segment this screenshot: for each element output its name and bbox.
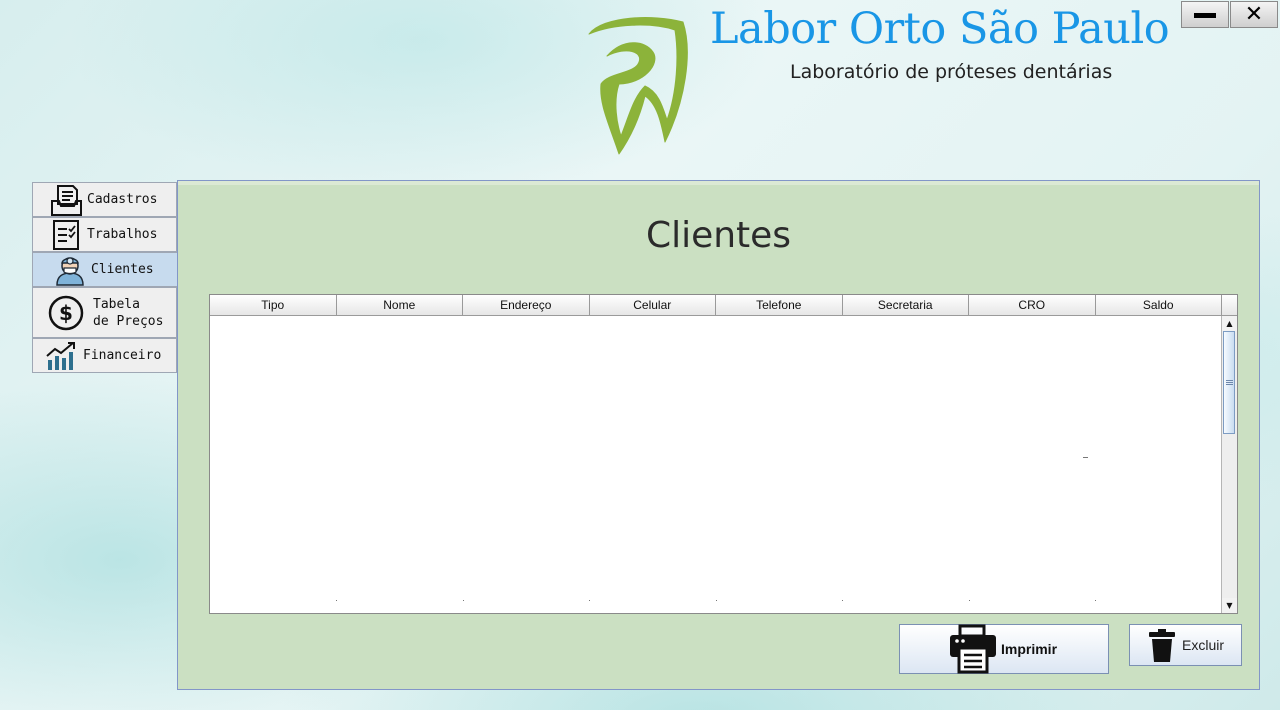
delete-button-label: Excluir bbox=[1182, 637, 1225, 653]
column-divider-tick bbox=[716, 600, 717, 601]
trash-icon bbox=[1148, 627, 1176, 663]
grip-icon bbox=[1225, 380, 1233, 385]
table-header: Tipo Nome Endereço Celular Telefone Secr… bbox=[210, 295, 1222, 316]
scroll-up-arrow-icon[interactable]: ▲ bbox=[1222, 316, 1237, 331]
main-panel: Clientes Tipo Nome Endereço Celular Tele… bbox=[177, 180, 1260, 690]
sidebar-item-clientes[interactable]: Clientes bbox=[32, 252, 179, 287]
tooth-logo-icon bbox=[588, 17, 688, 155]
sidebar-item-label: Clientes bbox=[91, 262, 154, 277]
sidebar-item-label: Cadastros bbox=[87, 192, 158, 207]
print-button-label: Imprimir bbox=[1001, 641, 1058, 657]
sidebar-item-financeiro[interactable]: Financeiro bbox=[32, 338, 177, 373]
svg-text:$: $ bbox=[59, 301, 73, 325]
panel-top-strip bbox=[178, 181, 1259, 185]
sidebar-item-cadastros[interactable]: Cadastros bbox=[32, 182, 177, 217]
column-header-tipo[interactable]: Tipo bbox=[210, 295, 337, 316]
column-header-celular[interactable]: Celular bbox=[589, 295, 716, 316]
column-divider-tick bbox=[589, 600, 590, 601]
clients-table[interactable]: Tipo Nome Endereço Celular Telefone Secr… bbox=[209, 294, 1238, 614]
column-header-saldo[interactable]: Saldo bbox=[1095, 295, 1222, 316]
column-divider-tick bbox=[463, 600, 464, 601]
close-icon: ✕ bbox=[1244, 1, 1264, 27]
sidebar-item-trabalhos[interactable]: Trabalhos bbox=[32, 217, 177, 252]
column-divider-tick bbox=[842, 600, 843, 601]
column-divider-tick bbox=[969, 600, 970, 601]
table-mark bbox=[1083, 457, 1088, 458]
column-divider-tick bbox=[336, 600, 337, 601]
dentist-icon bbox=[53, 254, 87, 286]
column-header-nome[interactable]: Nome bbox=[336, 295, 463, 316]
column-header-endereco[interactable]: Endereço bbox=[463, 295, 590, 316]
minimize-icon bbox=[1194, 13, 1216, 18]
column-divider-tick bbox=[1095, 600, 1096, 601]
sidebar-item-label: Trabalhos bbox=[87, 227, 158, 242]
print-button[interactable]: Imprimir bbox=[899, 624, 1109, 674]
page-title: Clientes bbox=[645, 215, 792, 256]
checklist-icon bbox=[49, 219, 83, 251]
column-header-cro[interactable]: CRO bbox=[969, 295, 1096, 316]
close-button[interactable]: ✕ bbox=[1230, 1, 1278, 28]
column-header-telefone[interactable]: Telefone bbox=[716, 295, 843, 316]
minimize-button[interactable] bbox=[1181, 1, 1229, 28]
printer-icon bbox=[948, 624, 998, 674]
delete-button[interactable]: Excluir bbox=[1129, 624, 1242, 666]
column-header-secretaria[interactable]: Secretaria bbox=[842, 295, 969, 316]
table-body[interactable] bbox=[210, 316, 1222, 613]
scroll-down-arrow-icon[interactable]: ▼ bbox=[1222, 598, 1237, 613]
app-subtitle: Laboratório de próteses dentárias bbox=[790, 61, 1113, 83]
dollar-icon: $ bbox=[47, 294, 85, 332]
table-header-corner bbox=[1221, 295, 1237, 316]
register-icon bbox=[49, 184, 83, 216]
sidebar-item-label: Tabela de Preços bbox=[93, 296, 164, 329]
sidebar-item-label: Financeiro bbox=[83, 348, 162, 363]
vertical-scrollbar[interactable]: ▲ ▼ bbox=[1221, 316, 1237, 613]
scroll-thumb[interactable] bbox=[1223, 331, 1235, 434]
app-title: Labor Orto São Paulo bbox=[710, 4, 1170, 54]
sidebar-item-tabela-de-precos[interactable]: $ Tabela de Preços bbox=[32, 287, 177, 338]
chart-growth-icon bbox=[45, 340, 79, 372]
